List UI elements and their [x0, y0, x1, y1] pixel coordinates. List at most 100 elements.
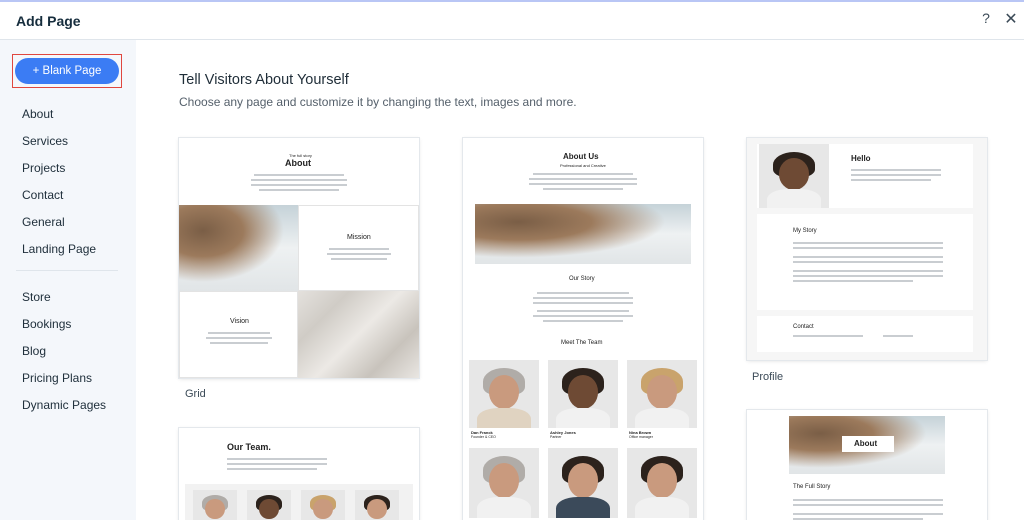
preview-text-line	[793, 270, 943, 272]
template-card-about-us[interactable]: About Us Professional and Creative Our S…	[463, 138, 703, 520]
team-photo-3	[627, 360, 697, 428]
avatar-face	[567, 374, 599, 409]
sidebar-item-contact[interactable]: Contact	[22, 188, 63, 202]
sidebar-item-blog[interactable]: Blog	[22, 344, 46, 358]
preview-text-line	[793, 261, 943, 263]
preview-text-line	[851, 179, 931, 181]
preview-text-line	[793, 499, 943, 501]
avatar-face	[646, 463, 678, 499]
preview-about-label-box: About	[842, 436, 894, 452]
preview-photo-marble	[298, 291, 419, 378]
avatar-body	[635, 407, 689, 428]
template-card-our-team[interactable]: Our Team.	[179, 428, 419, 520]
dialog-header: Add Page ? ✕	[0, 2, 1024, 40]
preview-full-story: The Full Story	[793, 484, 831, 490]
preview-text-line	[537, 292, 629, 294]
preview-hello-block: Hello	[757, 144, 973, 208]
preview-text-line	[208, 332, 270, 334]
sidebar-item-about[interactable]: About	[22, 107, 53, 121]
templates-panel: Tell Visitors About Yourself Choose any …	[136, 40, 1024, 520]
preview-photo-beach	[179, 205, 298, 291]
preview-title: Our Team.	[227, 442, 271, 452]
preview-text-line	[533, 302, 633, 304]
preview-title: About Us	[563, 152, 599, 161]
team-photo-4	[469, 448, 539, 518]
sidebar-item-store[interactable]: Store	[22, 290, 51, 304]
help-icon[interactable]: ?	[978, 10, 994, 28]
sidebar: + Blank Page About Services Projects Con…	[0, 40, 136, 520]
preview-text-line	[210, 342, 268, 344]
preview-text-line	[529, 178, 637, 180]
preview-vision: Vision	[230, 318, 249, 325]
avatar-body	[767, 188, 821, 208]
preview-contact: Contact	[793, 324, 814, 330]
avatar-body	[635, 497, 689, 518]
preview-about: About	[854, 439, 878, 448]
dialog-title: Add Page	[16, 13, 81, 29]
sidebar-item-services[interactable]: Services	[22, 134, 68, 148]
section-subheading: Choose any page and customize it by chan…	[179, 95, 577, 109]
avatar-body	[477, 497, 531, 518]
blank-page-button[interactable]: + Blank Page	[15, 58, 119, 84]
preview-text-line	[793, 275, 943, 277]
avatar-face	[488, 374, 520, 409]
preview-contact-block: Contact	[757, 316, 973, 352]
team-role-2: Partner	[550, 435, 562, 439]
avatar-face	[646, 374, 678, 409]
preview-text-line	[227, 463, 327, 465]
sidebar-item-landing-page[interactable]: Landing Page	[22, 242, 96, 256]
team-photo-1	[469, 360, 539, 428]
preview-text-line	[533, 315, 633, 317]
preview-title: About	[285, 158, 311, 168]
avatar-body	[477, 407, 531, 428]
preview-text-line	[227, 468, 317, 470]
preview-meet-team: Meet The Team	[561, 340, 603, 346]
sidebar-item-bookings[interactable]: Bookings	[22, 317, 71, 331]
team-photo-5	[548, 448, 618, 518]
team-photo-d	[355, 490, 399, 520]
preview-photo-beach	[475, 204, 691, 264]
preview-mission: Mission	[347, 234, 371, 241]
section-heading: Tell Visitors About Yourself	[179, 72, 349, 88]
sidebar-item-projects[interactable]: Projects	[22, 161, 65, 175]
team-role-3: Office manager	[629, 435, 653, 439]
template-card-grid[interactable]: The full story About Mission Vision	[179, 138, 419, 378]
team-photo-b	[247, 490, 291, 520]
preview-text-line	[329, 248, 389, 250]
template-card-profile[interactable]: Hello My Story Contact	[747, 138, 987, 360]
preview-text-line	[793, 504, 943, 506]
preview-text-line	[227, 458, 327, 460]
avatar-body	[556, 407, 610, 428]
sidebar-item-general[interactable]: General	[22, 215, 65, 229]
close-icon[interactable]: ✕	[1003, 9, 1019, 28]
preview-text-line	[533, 297, 633, 299]
preview-text-line	[793, 242, 943, 244]
preview-our-story: Our Story	[569, 276, 595, 282]
preview-text-line	[533, 173, 633, 175]
team-photo-c	[301, 490, 345, 520]
preview-my-story: My Story	[793, 228, 817, 234]
preview-text-line	[331, 258, 387, 260]
preview-text-line	[529, 183, 637, 185]
template-caption-profile: Profile	[752, 371, 784, 383]
preview-text-line	[543, 188, 623, 190]
avatar-face	[205, 498, 225, 519]
preview-text-line	[206, 337, 272, 339]
avatar-face	[367, 498, 387, 519]
template-card-full-story[interactable]: About The Full Story	[747, 410, 987, 520]
preview-text-line	[259, 189, 339, 191]
preview-text-line	[251, 184, 347, 186]
template-caption-grid: Grid	[185, 388, 206, 400]
profile-photo	[759, 144, 829, 208]
team-photo-6	[627, 448, 697, 518]
team-role-1: Founder & CEO	[471, 435, 496, 439]
avatar-body	[556, 497, 610, 518]
preview-text-line	[254, 174, 344, 176]
preview-text-line	[851, 169, 941, 171]
preview-text-line	[793, 256, 943, 258]
sidebar-item-dynamic-pages[interactable]: Dynamic Pages	[22, 398, 106, 412]
sidebar-item-pricing-plans[interactable]: Pricing Plans	[22, 371, 92, 385]
avatar-face	[778, 158, 810, 191]
preview-text-line	[851, 174, 941, 176]
avatar-face	[313, 498, 333, 519]
